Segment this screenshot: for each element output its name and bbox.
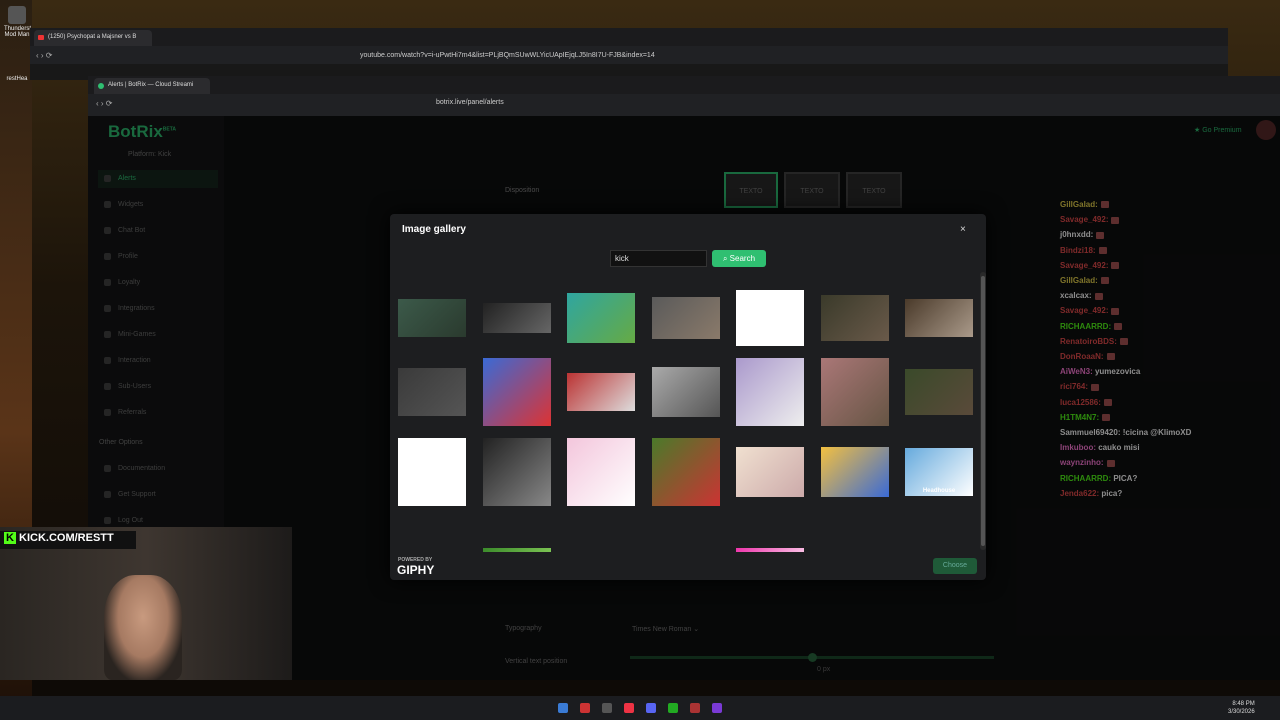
gif-thumbnail[interactable] — [567, 438, 635, 506]
inner-tab-title: Alerts | BotRix — Cloud Streami — [108, 82, 194, 88]
discord-icon[interactable] — [646, 703, 656, 713]
xbox-icon[interactable] — [602, 703, 612, 713]
gif-thumbnail[interactable] — [567, 293, 635, 343]
gif-thumbnail[interactable] — [820, 447, 889, 497]
map-icon[interactable] — [580, 703, 590, 713]
chrome-icon[interactable] — [690, 703, 700, 713]
search-button[interactable]: ⌕ Search — [712, 250, 766, 267]
outer-address-bar[interactable]: youtube.com/watch?v=i-uPwtHi7m4&list=PLj… — [360, 50, 900, 64]
gif-thumbnail[interactable] — [820, 358, 889, 426]
gif-thumbnail[interactable] — [736, 290, 804, 346]
inner-tab-strip — [88, 76, 1280, 94]
youtube-icon — [38, 35, 44, 40]
outer-tab-title: (1250) Psychopat a Majsner vs B — [48, 34, 137, 40]
app-icon — [8, 6, 26, 24]
gif-thumbnail[interactable] — [905, 299, 973, 337]
modal-title: Image gallery — [402, 224, 466, 235]
gif-thumbnail[interactable] — [398, 438, 466, 506]
search-button-label: Search — [729, 254, 756, 263]
windows-taskbar — [0, 696, 1280, 720]
start-icon[interactable] — [558, 703, 568, 713]
gif-thumbnail[interactable] — [567, 373, 635, 411]
outer-tab-strip — [30, 28, 1228, 46]
kick-url: KICK.COM/RESTT — [19, 532, 114, 544]
outer-browser-tab[interactable]: (1250) Psychopat a Majsner vs B — [34, 30, 152, 46]
gif-thumbnail[interactable] — [820, 295, 889, 341]
giphy-logo: GIPHY — [397, 563, 435, 577]
kick-channel-banner: K KICK.COM/RESTT — [0, 531, 136, 549]
gallery-search-input[interactable] — [610, 250, 707, 267]
gif-thumbnail[interactable] — [905, 369, 973, 415]
inner-address-bar[interactable]: botrix.live/panel/alerts — [436, 99, 736, 111]
gif-thumbnail[interactable] — [482, 548, 551, 552]
gif-thumbnail[interactable] — [398, 368, 466, 416]
clock-date: 3/30/2026 — [1228, 709, 1255, 715]
back-icon[interactable]: ‹ › ⟳ — [36, 51, 52, 60]
thumbnail-caption: Headhouse — [922, 488, 956, 494]
streamer-face — [104, 575, 182, 680]
gif-thumbnail[interactable] — [482, 303, 551, 333]
brave-icon[interactable] — [624, 703, 634, 713]
desktop-app-icon[interactable]: Thunderst Mod Man — [4, 6, 32, 38]
botrix-favicon-icon — [98, 83, 104, 89]
scrollbar-thumb[interactable] — [981, 276, 985, 546]
inner-browser-tab[interactable]: Alerts | BotRix — Cloud Streami — [94, 78, 210, 94]
inner-nav-icons[interactable]: ‹ › ⟳ — [96, 99, 112, 108]
twitch-icon[interactable] — [712, 703, 722, 713]
kick-logo-icon: K — [4, 532, 16, 544]
gif-thumbnail[interactable] — [482, 438, 551, 506]
desktop-icon-label: Thunderst Mod Man — [4, 26, 32, 38]
gif-thumbnail[interactable] — [651, 367, 720, 417]
search-icon: ⌕ — [722, 254, 728, 263]
choose-button[interactable]: Choose — [933, 558, 977, 574]
gif-thumbnail[interactable] — [398, 299, 466, 337]
gif-thumbnail[interactable] — [651, 297, 720, 339]
desktop-file-label[interactable]: restHea — [4, 76, 30, 82]
close-icon[interactable]: × — [960, 224, 966, 235]
gif-thumbnail[interactable] — [736, 447, 804, 497]
gif-thumbnail[interactable] — [651, 438, 720, 506]
clock-time: 8:48 PM — [1232, 701, 1255, 707]
gif-thumbnail[interactable] — [482, 358, 551, 426]
system-clock[interactable]: 8:48 PM 3/30/2026 — [1228, 700, 1255, 716]
gif-thumbnail[interactable] — [736, 548, 804, 552]
gif-gallery: Headhouse — [398, 284, 974, 552]
obs-icon[interactable] — [668, 703, 678, 713]
gif-thumbnail[interactable] — [736, 358, 804, 426]
gif-thumbnail[interactable]: Headhouse — [905, 448, 973, 496]
